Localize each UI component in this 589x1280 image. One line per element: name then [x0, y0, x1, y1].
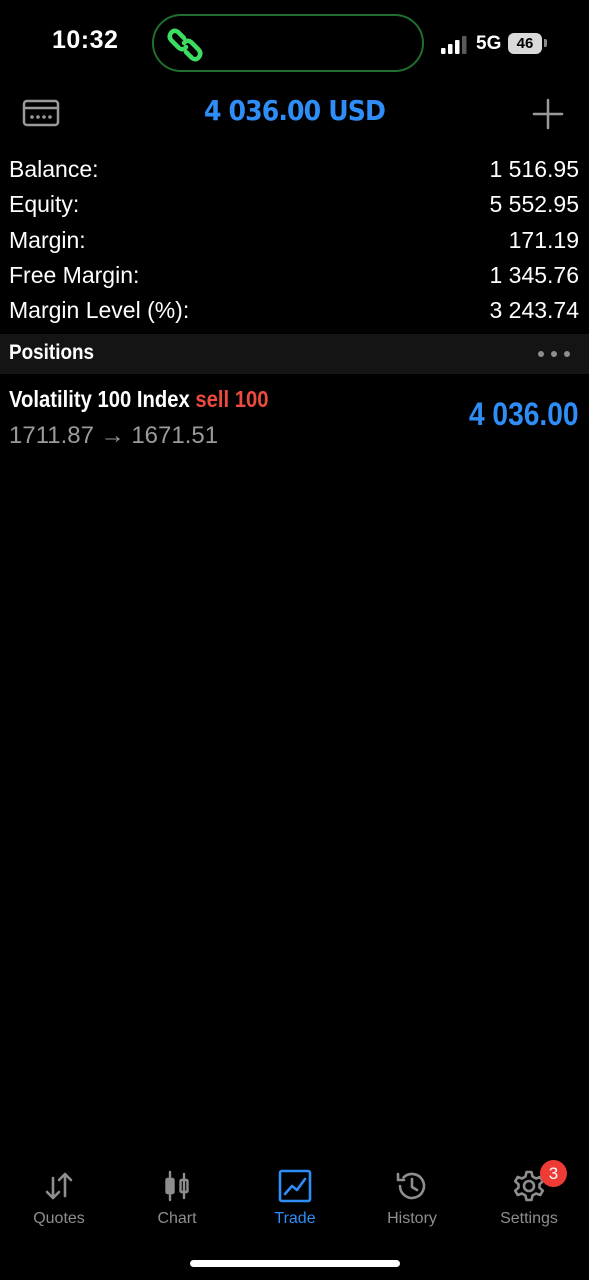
tab-quotes-label: Quotes: [33, 1210, 85, 1227]
signal-icon: [441, 36, 467, 54]
price-arrow-icon: →: [100, 422, 125, 449]
tab-chart-label: Chart: [157, 1210, 197, 1227]
tab-history[interactable]: History: [353, 1160, 471, 1240]
open-price: 1711.87: [9, 422, 94, 449]
status-time: 10:32: [52, 26, 119, 54]
position-title: Volatility 100 Index sell 100: [9, 386, 269, 413]
plus-icon[interactable]: [530, 96, 566, 132]
current-price: 1671.51: [131, 422, 219, 449]
position-prices: 1711.87 → 1671.51: [9, 422, 218, 450]
position-profit: 4 036.00: [469, 396, 579, 432]
equity-value: 5 552.95: [489, 191, 579, 218]
settings-notification-badge: 3: [540, 1160, 567, 1187]
tab-chart[interactable]: Chart: [118, 1160, 236, 1240]
balance-row: Balance: 1 516.95: [0, 152, 589, 187]
position-row[interactable]: Volatility 100 Index sell 100 1711.87 → …: [0, 378, 589, 458]
margin-row: Margin: 171.19: [0, 223, 589, 258]
tab-trade[interactable]: Trade: [236, 1160, 354, 1240]
status-bar: 10:32 5G 46: [0, 0, 589, 88]
trade-chart-icon: [278, 1169, 312, 1203]
tab-trade-label: Trade: [274, 1210, 316, 1227]
free-margin-value: 1 345.76: [489, 261, 579, 288]
tab-history-label: History: [387, 1210, 437, 1227]
network-type: 5G: [476, 33, 502, 54]
free-margin-row: Free Margin: 1 345.76: [0, 258, 589, 293]
link-icon: [167, 28, 203, 62]
margin-level-row: Margin Level (%): 3 243.74: [0, 293, 589, 328]
header: 4 036.00 USD: [0, 88, 589, 140]
margin-level-label: Margin Level (%):: [9, 297, 190, 324]
battery-icon: 46: [508, 33, 542, 54]
free-margin-label: Free Margin:: [9, 261, 140, 288]
margin-level-value: 3 243.74: [489, 297, 579, 324]
position-side: sell 100: [195, 386, 269, 412]
more-options-icon[interactable]: [536, 348, 572, 360]
account-summary: Balance: 1 516.95 Equity: 5 552.95 Margi…: [0, 152, 589, 328]
positions-section-header: Positions: [0, 334, 589, 374]
dynamic-island: [152, 14, 424, 72]
account-balance-title: 4 036.00 USD: [203, 94, 386, 127]
quotes-arrows-icon: [45, 1172, 73, 1200]
positions-title: Positions: [9, 341, 95, 364]
history-clock-icon: [396, 1172, 426, 1200]
equity-row: Equity: 5 552.95: [0, 187, 589, 222]
home-indicator: [190, 1260, 400, 1267]
tab-quotes[interactable]: Quotes: [0, 1160, 118, 1240]
battery-nub: [544, 39, 547, 47]
margin-label: Margin:: [9, 226, 86, 253]
position-symbol: Volatility 100 Index: [9, 386, 190, 412]
balance-value: 1 516.95: [489, 156, 579, 182]
tab-bar: Quotes Chart Trade History Settings: [0, 1160, 589, 1240]
margin-value: 171.19: [508, 226, 579, 253]
tab-settings-label: Settings: [500, 1210, 558, 1227]
equity-label: Equity:: [9, 191, 80, 218]
balance-label: Balance:: [9, 156, 99, 182]
tab-settings[interactable]: Settings: [470, 1160, 588, 1240]
candlestick-icon: [165, 1170, 189, 1202]
